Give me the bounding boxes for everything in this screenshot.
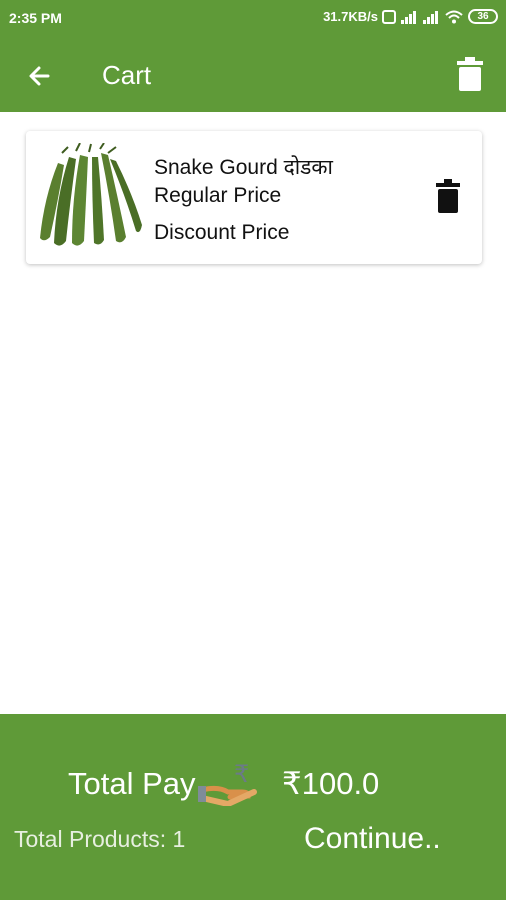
rupee-hand-icon: ₹ <box>198 760 257 806</box>
total-pay-label: Total Pay <box>68 766 196 801</box>
discount-price-label: Discount Price <box>154 221 290 244</box>
wifi-icon <box>445 10 463 23</box>
status-right: 31.7KB/s 36 <box>323 9 498 24</box>
arrow-left-icon[interactable] <box>22 58 58 94</box>
total-amount: ₹100.0 <box>282 766 380 801</box>
svg-text:₹: ₹ <box>234 760 249 788</box>
trash-icon[interactable] <box>436 179 460 213</box>
cart-item-card[interactable]: Snake Gourd दोडका Regular Price Discount… <box>26 131 482 264</box>
volte-icon <box>382 9 396 24</box>
checkout-bar: Total Pay ₹ ₹100.0 Total Products: 1 Con… <box>0 714 506 900</box>
signal-icon <box>401 10 416 24</box>
trash-icon[interactable] <box>456 56 484 92</box>
continue-button[interactable]: Continue.. <box>304 822 441 856</box>
app-bar: Cart <box>0 36 506 112</box>
snake-gourd-image <box>40 143 142 246</box>
network-speed: 31.7KB/s <box>323 9 378 24</box>
regular-price-label: Regular Price <box>154 184 282 207</box>
status-time: 2:35 PM <box>9 10 62 26</box>
signal-icon-2 <box>423 10 438 24</box>
status-bar: 2:35 PM 31.7KB/s 36 <box>0 0 506 36</box>
battery-icon: 36 <box>468 9 498 24</box>
page-title: Cart <box>102 60 152 90</box>
product-name: Snake Gourd दोडका <box>154 156 333 179</box>
total-products: Total Products: 1 <box>14 826 186 852</box>
top-band: 2:35 PM 31.7KB/s 36 Cart <box>0 0 506 112</box>
